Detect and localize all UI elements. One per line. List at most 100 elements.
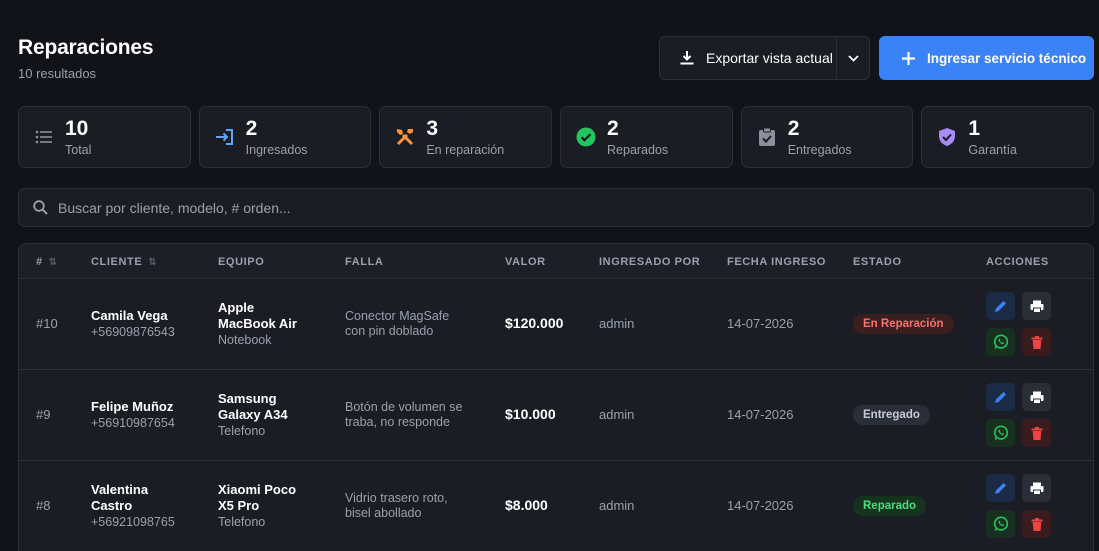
stat-label: Total (65, 143, 92, 157)
client-name: Valentina (91, 482, 149, 497)
fault-cell: Botón de volumen se traba, no responde (345, 400, 485, 430)
delete-button[interactable] (1022, 510, 1051, 538)
table-row[interactable]: #10 Camila Vega +56909876543 Apple MacBook A… (19, 279, 1093, 370)
whatsapp-button[interactable] (986, 510, 1015, 538)
equipment-cell: Xiaomi Poco X5 Pro Telefono (218, 482, 296, 530)
export-dropdown-toggle[interactable] (837, 37, 869, 79)
column-header-falla: FALLA (345, 256, 383, 268)
sort-icon: ⇅ (48, 256, 58, 268)
column-header-fecha-ingreso: FECHA INGRESO (727, 256, 826, 268)
table-row[interactable]: #8 Valentina Castro +56921098765 Xiaomi Poco… (19, 461, 1093, 551)
login-icon (215, 127, 235, 147)
status-badge: En Reparación (853, 314, 954, 334)
tools-icon (395, 127, 415, 147)
export-label: Exportar vista actual (706, 50, 833, 66)
export-button[interactable]: Exportar vista actual (660, 37, 837, 79)
print-button[interactable] (1022, 383, 1051, 411)
edit-button[interactable] (986, 383, 1015, 411)
page-title: Reparaciones (18, 36, 154, 59)
clipboard-check-icon (757, 127, 777, 147)
equipment-model: Xiaomi Poco (218, 482, 297, 497)
table-row[interactable]: #9 Felipe Muñoz +56910987654 Samsung Galaxy … (19, 370, 1093, 461)
row-id: #8 (36, 498, 51, 513)
result-count: 10 resultados (18, 66, 97, 81)
new-service-button[interactable]: Ingresar servicio técnico (879, 36, 1094, 80)
client-phone: +56921098765 (91, 515, 175, 529)
stat-card-total[interactable]: 10 Total (18, 106, 191, 168)
list-icon (34, 127, 54, 147)
printer-icon (1030, 300, 1043, 313)
equipment-type: Notebook (218, 333, 272, 347)
new-service-label: Ingresar servicio técnico (927, 50, 1087, 66)
stat-value: 2 (787, 117, 800, 140)
print-button[interactable] (1022, 474, 1051, 502)
print-button[interactable] (1022, 292, 1051, 320)
column-header-estado: ESTADO (853, 256, 902, 268)
printer-icon (1030, 482, 1043, 495)
column-label: EQUIPO (218, 256, 265, 268)
stat-value: 10 (65, 117, 89, 140)
status-badge: Entregado (853, 405, 930, 425)
delete-button[interactable] (1022, 419, 1051, 447)
client-cell: Valentina Castro +56921098765 (91, 482, 175, 530)
stat-label: Entregados (787, 143, 852, 157)
column-label: FALLA (345, 256, 384, 268)
client-cell: Camila Vega +56909876543 (91, 308, 175, 340)
fault-text: con pin doblado (345, 324, 434, 338)
whatsapp-button[interactable] (986, 328, 1015, 356)
equipment-type: Telefono (218, 424, 266, 438)
row-id: #10 (36, 316, 58, 331)
stat-value: 1 (968, 117, 981, 140)
equipment-cell: Samsung Galaxy A34 Telefono (218, 391, 288, 439)
stat-value: 3 (426, 117, 439, 140)
stat-card-garantia[interactable]: 1 Garantía (921, 106, 1095, 168)
stat-card-ingresados[interactable]: 2 Ingresados (198, 106, 372, 168)
check-circle-icon (576, 127, 596, 147)
export-button-group: Exportar vista actual (659, 36, 870, 80)
table-header: # ⇅ CLIENTE ⇅ EQUIPO FALLA VALOR INGRESA… (19, 244, 1093, 279)
fault-text: Botón de volumen se (345, 400, 463, 414)
fault-text: Vidrio trasero roto, (345, 491, 448, 505)
column-header-ingresado-por: INGRESADO POR (599, 256, 700, 268)
plus-icon (902, 51, 915, 65)
edit-button[interactable] (986, 292, 1015, 320)
table-body: #10 Camila Vega +56909876543 Apple MacBook A… (19, 279, 1093, 551)
repairs-table: # ⇅ CLIENTE ⇅ EQUIPO FALLA VALOR INGRESA… (18, 243, 1094, 551)
whatsapp-button[interactable] (986, 419, 1015, 447)
search-bar (18, 188, 1094, 227)
fault-cell: Vidrio trasero roto, bisel abollado (345, 491, 485, 521)
equipment-model: X5 Pro (218, 498, 260, 513)
column-header-acciones: ACCIONES (986, 256, 1049, 268)
equipment-model: Apple (218, 300, 255, 315)
value-cell: $8.000 (505, 497, 548, 513)
client-name: Felipe Muñoz (91, 399, 174, 414)
fault-cell: Conector MagSafe con pin doblado (345, 309, 485, 339)
client-name: Camila Vega (91, 308, 168, 323)
stats-bar: 10 Total 2 Ingresados 3 En reparación 2 … (18, 106, 1095, 168)
user-cell: admin (599, 316, 635, 331)
stat-card-entregados[interactable]: 2 Entregados (740, 106, 914, 168)
trash-icon (1031, 335, 1042, 349)
column-label: VALOR (505, 256, 546, 268)
edit-button[interactable] (986, 474, 1015, 502)
column-header-equipo: EQUIPO (218, 256, 264, 268)
column-label: FECHA INGRESO (727, 256, 827, 268)
stat-value: 2 (245, 117, 258, 140)
stat-card-en-reparacion[interactable]: 3 En reparación (379, 106, 553, 168)
column-header-cliente[interactable]: CLIENTE ⇅ (91, 256, 157, 268)
delete-button[interactable] (1022, 328, 1051, 356)
pencil-icon (995, 300, 1006, 312)
client-phone: +56910987654 (91, 416, 175, 430)
printer-icon (1030, 391, 1043, 404)
search-input[interactable] (58, 199, 958, 216)
column-label: ESTADO (853, 256, 902, 268)
pencil-icon (995, 482, 1006, 494)
equipment-cell: Apple MacBook Air Notebook (218, 300, 297, 348)
stat-label: Reparados (607, 143, 669, 157)
column-header-id[interactable]: # ⇅ (36, 256, 58, 268)
stat-card-reparados[interactable]: 2 Reparados (560, 106, 733, 168)
chevron-down-icon (847, 54, 859, 62)
stat-value: 2 (607, 117, 619, 140)
user-cell: admin (599, 407, 635, 422)
shield-check-icon (937, 127, 957, 147)
